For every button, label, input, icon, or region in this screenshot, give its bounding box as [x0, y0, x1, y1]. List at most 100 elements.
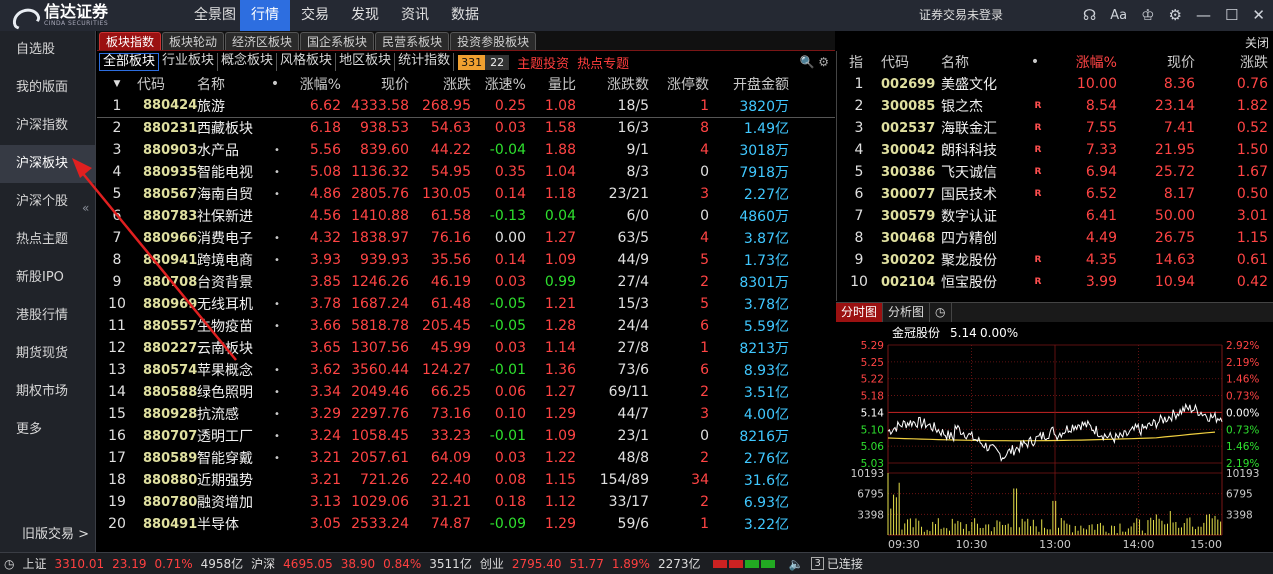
sz-amount: 3511亿 — [429, 557, 472, 571]
right-col-header-4[interactable]: 涨幅% — [1055, 51, 1123, 73]
tab-intraday[interactable]: 分时图 — [836, 303, 884, 322]
table-row[interactable]: 7 300579 数字认证 6.41 50.00 3.01 — [837, 205, 1273, 227]
headset-icon[interactable]: ☊ — [1083, 0, 1096, 31]
right-col-header-3[interactable]: • — [1021, 51, 1055, 73]
nav-tab-5[interactable]: 数据 — [440, 0, 490, 31]
sidebar-item-0[interactable]: 自选股 — [0, 31, 95, 69]
sidebar-item-3[interactable]: 沪深板块 — [0, 145, 95, 183]
sort-icon[interactable]: ▼ — [97, 73, 137, 95]
volume-icon[interactable]: 🔈 — [789, 557, 804, 571]
tab-filter-1[interactable]: 行业板块 — [159, 53, 219, 71]
table-row[interactable]: 8 300468 四方精创 4.49 26.75 1.15 — [837, 227, 1273, 249]
table-row[interactable]: 10 880969 无线耳机 • 3.78 1687.24 61.48 -0.05 1.21 15… — [97, 293, 835, 315]
col-header-9[interactable]: 涨停数 — [653, 73, 713, 95]
tab-sector-0[interactable]: 板块指数 — [99, 32, 162, 50]
tab-filter-4[interactable]: 地区板块 — [336, 53, 396, 71]
close-button[interactable]: 关闭 — [1245, 34, 1269, 51]
tab-filter-5[interactable]: 统计指数 — [395, 53, 455, 71]
col-header-2[interactable]: • — [267, 73, 287, 95]
tab-sector-1[interactable]: 板块轮动 — [162, 32, 225, 50]
tab-sector-5[interactable]: 投资参股板块 — [450, 32, 537, 50]
skin-icon[interactable]: ♔ — [1141, 0, 1154, 31]
intraday-chart[interactable]: 金冠股份 5.14 0.00% 5.29 2.92% 5.25 2.19% 5.22 1.… — [836, 323, 1273, 552]
search-icon[interactable]: 🔍 — [799, 55, 814, 69]
table-row[interactable]: 6 880783 社保新进 4.56 1410.88 61.58 -0.13 0.04 6/0 0… — [97, 205, 835, 227]
nav-tab-4[interactable]: 资讯 — [390, 0, 440, 31]
nav-tab-3[interactable]: 发现 — [340, 0, 390, 31]
table-row[interactable]: 2 300085 银之杰 R 8.54 23.14 1.82 — [837, 95, 1273, 117]
right-col-header-5[interactable]: 现价 — [1123, 51, 1201, 73]
table-row[interactable]: 9 880708 台资背景 3.85 1246.26 46.19 0.03 0.99 27/4 2… — [97, 271, 835, 293]
tab-analysis[interactable]: 分析图 — [883, 303, 931, 322]
table-row[interactable]: 18 880880 近期强势 3.21 721.26 22.40 0.08 1.15 154/8… — [97, 469, 835, 491]
col-header-10[interactable]: 开盘金额 — [713, 73, 835, 95]
history-icon[interactable]: ◷ — [930, 303, 952, 322]
table-row[interactable]: 1 002699 美盛文化 10.00 8.36 0.76 — [837, 73, 1273, 95]
table-row[interactable]: 13 880574 苹果概念 • 3.62 3560.44 124.27 -0.01 1.36 7… — [97, 359, 835, 381]
font-size-icon[interactable]: Aa — [1110, 0, 1127, 31]
col-header-1[interactable]: 名称 — [197, 73, 267, 95]
right-col-header-6[interactable]: 涨跌 — [1201, 51, 1273, 73]
old-trade-link[interactable]: 旧版交易 > — [22, 523, 89, 542]
col-header-6[interactable]: 涨速% — [475, 73, 530, 95]
collapse-sidebar-icon[interactable]: « — [82, 201, 89, 215]
col-header-7[interactable]: 量比 — [530, 73, 580, 95]
tab-sector-2[interactable]: 经济区板块 — [225, 32, 300, 50]
table-row[interactable]: 17 880589 智能穿戴 • 3.21 2057.61 64.09 0.03 1.22 48/… — [97, 447, 835, 469]
sidebar-item-4[interactable]: 沪深个股 — [0, 183, 95, 221]
table-row[interactable]: 5 880567 海南自贸 • 4.86 2805.76 130.05 0.14 1.18 23/… — [97, 183, 835, 205]
right-col-header-2[interactable]: 名称 — [941, 51, 1021, 73]
table-row[interactable]: 3 880903 水产品 • 5.56 839.60 44.22 -0.04 1.88 9/1 4 3… — [97, 139, 835, 161]
table-row[interactable]: 4 300042 朗科科技 R 7.33 21.95 1.50 — [837, 139, 1273, 161]
hot-topic-link[interactable]: 热点专题 — [577, 53, 629, 72]
table-row[interactable]: 9 300202 聚龙股份 R 4.35 14.63 0.61 — [837, 249, 1273, 271]
table-row[interactable]: 14 880588 绿色照明 • 3.34 2049.46 66.25 0.06 1.27 69/… — [97, 381, 835, 403]
col-header-4[interactable]: 现价 — [345, 73, 413, 95]
clock-icon[interactable]: ◷ — [4, 557, 14, 571]
tab-filter-2[interactable]: 概念板块 — [218, 53, 278, 71]
minimize-icon[interactable]: — — [1196, 0, 1211, 31]
right-col-header-0[interactable]: 指 — [837, 51, 881, 73]
table-row[interactable]: 4 880935 智能电视 • 5.08 1136.32 54.95 0.35 1.04 8/3 0… — [97, 161, 835, 183]
tab-sector-4[interactable]: 民营系板块 — [375, 32, 450, 50]
theme-invest-link[interactable]: 主题投资 — [517, 53, 569, 72]
sidebar-item-1[interactable]: 我的版面 — [0, 69, 95, 107]
table-row[interactable]: 2 880231 西藏板块 6.18 938.53 54.63 0.03 1.58 16/3 8 1… — [97, 117, 835, 139]
table-row[interactable]: 1 880424 旅游 6.62 4333.58 268.95 0.25 1.08 18/5 1 3… — [97, 95, 835, 118]
gear-icon[interactable]: ⚙ — [818, 55, 829, 69]
close-icon[interactable]: ✕ — [1252, 0, 1265, 31]
tab-filter-0[interactable]: 全部板块 — [99, 53, 160, 71]
table-row[interactable]: 15 880928 抗流感 • 3.29 2297.76 73.16 0.10 1.29 44/7… — [97, 403, 835, 425]
settings-icon[interactable]: ⚙ — [1169, 0, 1182, 31]
table-row[interactable]: 5 300386 飞天诚信 R 6.94 25.72 1.67 — [837, 161, 1273, 183]
table-row[interactable]: 16 880707 透明工厂 • 3.24 1058.45 33.23 -0.01 1.09 23… — [97, 425, 835, 447]
sidebar-item-2[interactable]: 沪深指数 — [0, 107, 95, 145]
table-row[interactable]: 19 880780 融资增加 3.13 1029.06 31.21 0.18 1.12 33/1… — [97, 491, 835, 513]
col-header-3[interactable]: 涨幅% — [287, 73, 345, 95]
tab-filter-3[interactable]: 风格板块 — [277, 53, 337, 71]
table-row[interactable]: 12 880227 云南板块 3.65 1307.56 45.99 0.03 1.14 27/8… — [97, 337, 835, 359]
login-status[interactable]: 证券交易未登录 — [919, 0, 1003, 31]
nav-tab-1[interactable]: 行情 — [240, 0, 290, 31]
col-header-5[interactable]: 涨跌 — [413, 73, 475, 95]
sidebar-item-10[interactable]: 更多 — [0, 411, 95, 449]
sidebar-item-5[interactable]: 热点主题 — [0, 221, 95, 259]
sidebar-item-9[interactable]: 期权市场 — [0, 373, 95, 411]
table-row[interactable]: 10 002104 恒宝股份 R 3.99 10.94 0.42 — [837, 271, 1273, 293]
table-row[interactable]: 3 002537 海联金汇 R 7.55 7.41 0.52 — [837, 117, 1273, 139]
table-row[interactable]: 11 880557 生物疫苗 • 3.66 5818.78 205.45 -0.05 1.28 2… — [97, 315, 835, 337]
nav-tab-2[interactable]: 交易 — [290, 0, 340, 31]
table-row[interactable]: 8 880941 跨境电商 • 3.93 939.93 35.56 0.14 1.09 44/9 5… — [97, 249, 835, 271]
col-header-8[interactable]: 涨跌数 — [580, 73, 653, 95]
maximize-icon[interactable]: ☐ — [1225, 0, 1238, 31]
tab-sector-3[interactable]: 国企系板块 — [300, 32, 375, 50]
sidebar-item-7[interactable]: 港股行情 — [0, 297, 95, 335]
table-row[interactable]: 6 300077 国民技术 R 6.52 8.17 0.50 — [837, 183, 1273, 205]
sidebar-item-8[interactable]: 期货现货 — [0, 335, 95, 373]
table-row[interactable]: 20 880491 半导体 3.05 2533.24 74.87 -0.09 1.29 59/6… — [97, 513, 835, 535]
col-header-0[interactable]: 代码 — [137, 73, 197, 95]
nav-tab-0[interactable]: 全景图 — [190, 0, 240, 31]
sidebar-item-6[interactable]: 新股IPO — [0, 259, 95, 297]
table-row[interactable]: 7 880966 消费电子 • 4.32 1838.97 76.16 0.00 1.27 63/5… — [97, 227, 835, 249]
right-col-header-1[interactable]: 代码 — [881, 51, 941, 73]
